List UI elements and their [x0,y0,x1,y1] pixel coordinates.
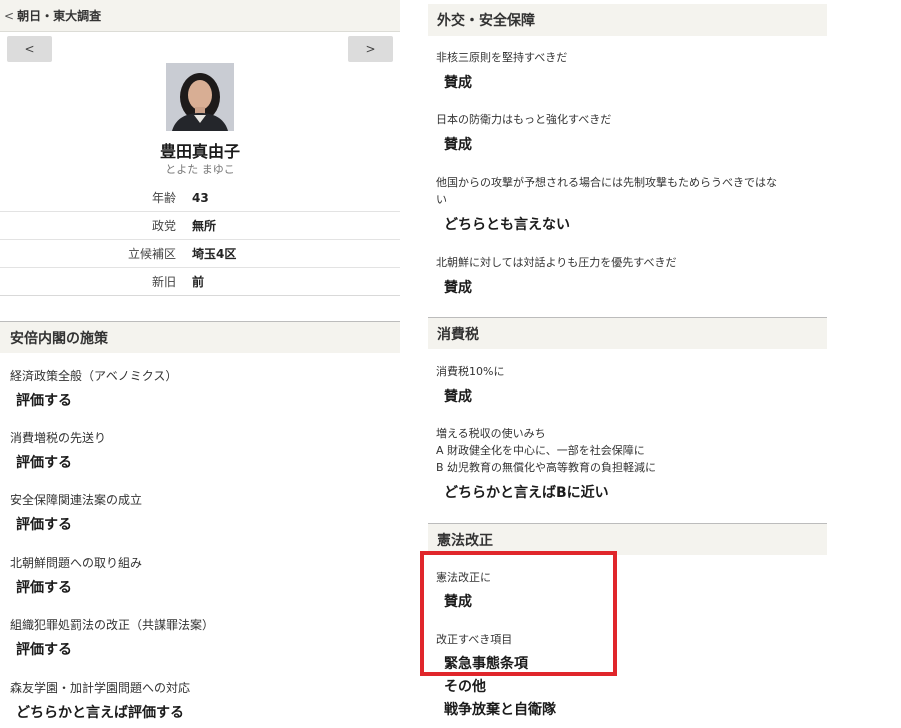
next-candidate-button[interactable]: > [348,36,393,62]
candidate-kana: とよた まゆこ [165,163,235,176]
candidate-portrait [166,63,234,131]
back-link[interactable]: < 朝日・東大調査 [0,0,400,32]
policy-panel: 外交・安全保障 非核三原則を堅持すべきだ 賛成 日本の防衛力はもっと強化すべきだ… [428,0,828,728]
answer-text: 賛成 [444,594,472,610]
list-item: 経済政策全般（アベノミクス） 評価する [10,368,400,410]
prev-candidate-button[interactable]: < [7,36,52,62]
profile-table: 年齢 43 政党 無所 立候補区 埼玉4区 新旧 前 [0,184,400,296]
question-text: 憲法改正に [436,571,491,584]
profile-row: 年齢 43 [0,184,400,212]
question-text: 消費税10%に [436,365,505,378]
answer-text: 評価する [16,642,72,658]
profile-row: 立候補区 埼玉4区 [0,240,400,268]
section-header-abe-policies: 安倍内閣の施策 [0,321,400,353]
answer-text: 賛成 [444,137,472,153]
profile-value: 埼玉4区 [192,247,237,261]
section-header-constitution: 憲法改正 [428,523,827,555]
question-text: 消費増税の先送り [10,431,107,445]
profile-row: 新旧 前 [0,268,400,296]
answer-text: 賛成 [444,389,472,405]
question-text: 森友学園・加計学園問題への対応 [10,681,191,695]
question-text: 日本の防衛力はもっと強化すべきだ [436,113,612,126]
back-link-label: 朝日・東大調査 [17,9,102,23]
profile-key: 政党 [151,219,176,233]
section-header-consumption-tax: 消費税 [428,317,827,349]
list-item: 北朝鮮問題への取り組み 評価する [10,555,400,597]
question-text: 安全保障関連法案の成立 [10,493,143,507]
answer-text: 評価する [16,455,72,471]
section-header-diplomacy: 外交・安全保障 [428,4,827,36]
chevron-left-icon: < [4,8,15,23]
question-text: 非核三原則を堅持すべきだ [436,51,568,64]
list-item: 安全保障関連法案の成立 評価する [10,492,400,534]
answer-text: どちらかと言えば評価する [16,705,184,721]
profile-value: 前 [192,275,205,289]
answer-text: 戦争放棄と自衛隊 [444,702,556,718]
question-text: 増える税収の使いみち [436,427,546,440]
answer-text: 賛成 [444,280,472,296]
candidate-panel: < 朝日・東大調査 < > 豊田真由子 とよた まゆこ 年齢 43 政党 無所 … [0,0,400,728]
question-text: 改正すべき項目 [436,633,513,646]
question-text: 経済政策全般（アベノミクス） [10,369,178,383]
profile-value: 43 [192,190,209,205]
list-item: 消費増税の先送り 評価する [10,430,400,472]
candidate-name: 豊田真由子 [159,142,240,161]
answer-text: 評価する [16,580,72,596]
profile-key: 立候補区 [127,247,176,261]
list-item: 森友学園・加計学園問題への対応 どちらかと言えば評価する [10,680,400,722]
question-text: 組織犯罪処罰法の改正（共謀罪法案） [10,618,215,632]
question-text: 他国からの攻撃が予想される場合には先制攻撃もためらうべきではな [436,176,777,189]
question-text: 北朝鮮問題への取り組み [10,556,143,570]
answer-text: 賛成 [444,75,472,91]
question-text: 北朝鮮に対しては対話よりも圧力を優先すべきだ [436,256,677,269]
answer-text: 評価する [16,393,72,409]
answer-text: どちらかと言えばBに近い [444,485,609,501]
question-text-continued: い [436,193,447,206]
answer-text: 評価する [16,517,72,533]
option-b-text: B 幼児教育の無償化や高等教育の負担軽減に [436,461,657,474]
profile-row: 政党 無所 [0,212,400,240]
profile-key: 新旧 [151,275,176,289]
option-a-text: A 財政健全化を中心に、一部を社会保障に [436,444,645,457]
answer-text: どちらとも言えない [444,217,570,233]
answer-text: その他 [444,679,486,695]
profile-value: 無所 [192,219,217,233]
list-item: 組織犯罪処罰法の改正（共謀罪法案） 評価する [10,617,400,659]
answer-text: 緊急事態条項 [444,656,528,672]
profile-key: 年齢 [151,191,176,205]
